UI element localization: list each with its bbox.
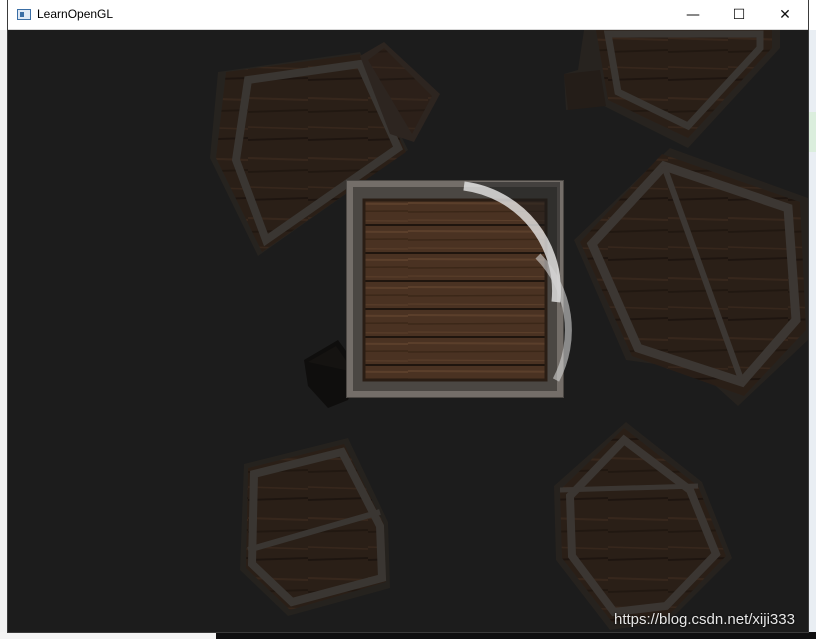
background-window-strip [0,30,8,639]
crate [240,438,390,616]
close-button[interactable]: ✕ [762,0,808,30]
minimize-button[interactable]: — [670,0,716,30]
watermark-text: https://blog.csdn.net/xiji333 [614,611,795,628]
window-title: LearnOpenGL [37,7,114,21]
title-bar[interactable]: LearnOpenGL — ☐ ✕ [8,0,808,30]
crate [564,30,780,148]
maximize-button[interactable]: ☐ [716,0,762,30]
background-window-strip [808,112,816,152]
background-window-strip [216,632,816,639]
crate [574,148,808,406]
crate [554,422,732,630]
app-window: LearnOpenGL — ☐ ✕ [8,0,808,632]
render-canvas [210,30,808,630]
opengl-viewport[interactable] [8,30,808,632]
crate-lit [346,180,572,398]
app-window-icon[interactable] [17,9,31,20]
